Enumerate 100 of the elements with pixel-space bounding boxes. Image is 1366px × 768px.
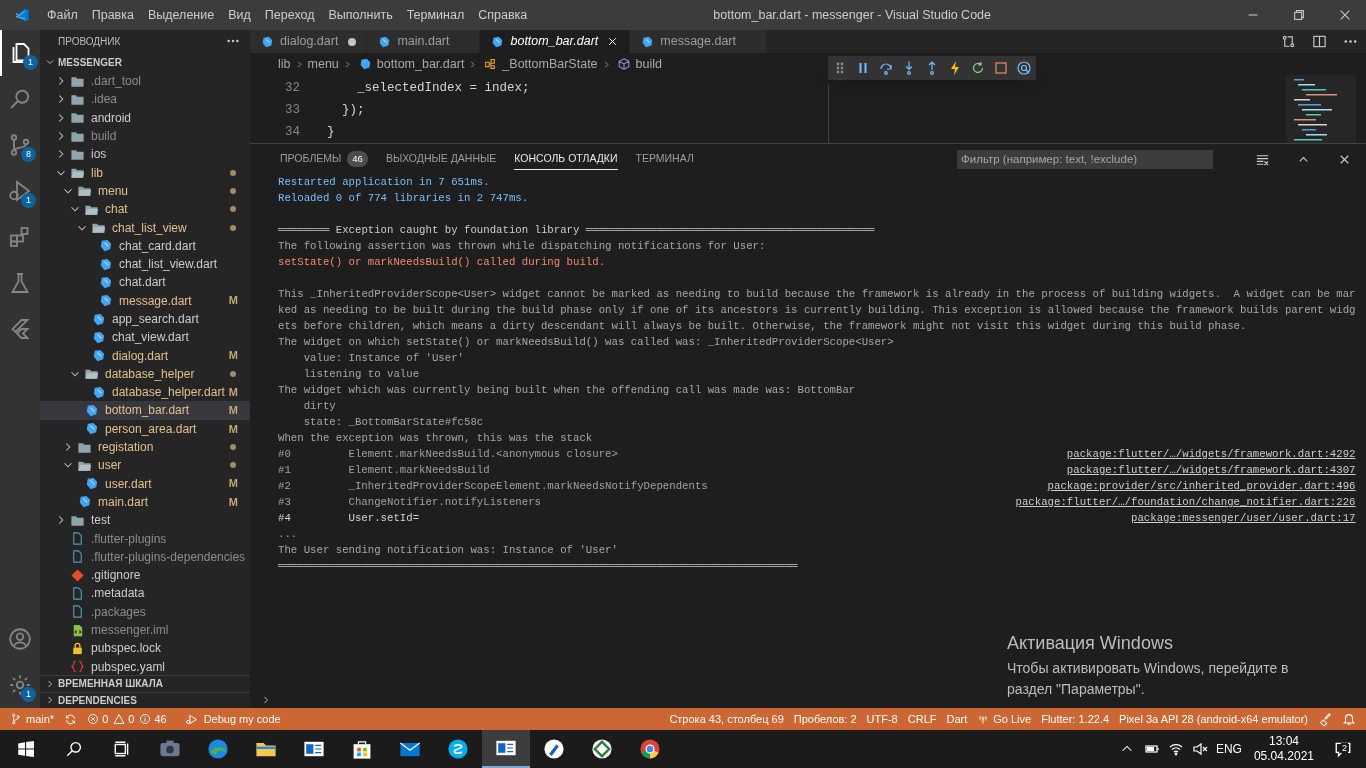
tree-item[interactable]: .idea bbox=[40, 90, 250, 109]
breadcrumb[interactable]: _BottomBarState bbox=[502, 54, 598, 74]
go-live-status[interactable]: Go Live bbox=[977, 710, 1032, 728]
tree-item[interactable]: .flutter-plugins-dependencies bbox=[40, 547, 250, 566]
tree-item[interactable]: chat_card.dart bbox=[40, 236, 250, 255]
source-link[interactable]: package:flutter/…/widgets/framework.dart:4292 bbox=[1066, 446, 1356, 462]
breadcrumb[interactable]: menu bbox=[307, 54, 339, 74]
tree-item[interactable]: chat_view.dart bbox=[40, 328, 250, 347]
tree-item[interactable]: user bbox=[40, 456, 250, 475]
volume-muted-icon[interactable] bbox=[1191, 741, 1208, 757]
panel-tab[interactable]: ВЫХОДНЫЕ ДАННЫЕ bbox=[385, 148, 497, 170]
tree-item[interactable]: ios bbox=[40, 145, 250, 164]
menu-item[interactable]: Переход bbox=[257, 5, 322, 25]
round-app-icon[interactable] bbox=[638, 737, 662, 761]
tree-item[interactable]: .metadata bbox=[40, 584, 250, 603]
breadcrumb[interactable]: bottom_bar.dart bbox=[376, 54, 465, 74]
panel-tab[interactable]: ТЕРМИНАЛ bbox=[635, 148, 694, 170]
tree-item[interactable]: .flutter-plugins bbox=[40, 529, 250, 548]
pen-icon[interactable] bbox=[542, 737, 566, 761]
restore-icon[interactable] bbox=[1292, 8, 1306, 22]
filter-field[interactable]: Фильтр (например: text, !exclude) bbox=[957, 149, 1213, 169]
tree-item[interactable]: build bbox=[40, 126, 250, 146]
tree-item[interactable]: chat.dart bbox=[40, 273, 250, 292]
tree-item[interactable]: chat_list_view.dart bbox=[40, 254, 250, 274]
tree-item[interactable]: .gitignore bbox=[40, 566, 250, 585]
tree-item[interactable]: pubspec.lock bbox=[40, 639, 250, 658]
menu-item[interactable]: Правка bbox=[84, 5, 141, 25]
account-icon[interactable] bbox=[8, 627, 32, 651]
tree-item[interactable]: pubspec.yaml bbox=[40, 657, 250, 675]
notifications-icon[interactable] bbox=[1334, 740, 1352, 758]
panel-tab[interactable]: ПРОБЛЕМЫ 46 bbox=[280, 148, 368, 170]
section-header[interactable]: DEPENDENCIES bbox=[58, 692, 137, 708]
section-header[interactable]: ВРЕМЕННАЯ ШКАЛА bbox=[58, 676, 163, 692]
diamond-icon[interactable] bbox=[590, 737, 614, 761]
wifi-icon[interactable] bbox=[1167, 741, 1184, 757]
editor-tab[interactable]: bottom_bar.dart bbox=[480, 30, 631, 53]
tree-item[interactable]: android bbox=[40, 108, 250, 127]
tree-item[interactable]: registation bbox=[40, 437, 250, 457]
tree-item[interactable]: chat bbox=[40, 200, 250, 219]
tree-item[interactable]: .dart_tool bbox=[40, 72, 250, 91]
sync-icon[interactable] bbox=[64, 712, 78, 726]
menu-item[interactable]: Вид bbox=[221, 5, 258, 25]
status-item[interactable]: Flutter: 1.22.4 bbox=[1041, 710, 1110, 728]
tree-item[interactable]: user.dart M bbox=[40, 474, 250, 493]
source-link[interactable]: package:provider/src/inherited_provider.dart:496 bbox=[1047, 478, 1356, 494]
editor-tab[interactable]: dialog.dart bbox=[250, 30, 368, 53]
devtools-icon[interactable] bbox=[1016, 60, 1032, 76]
editor-tab[interactable]: message.dart bbox=[630, 30, 767, 53]
tree-item[interactable]: database_helper.dart M bbox=[40, 383, 250, 402]
step-over-icon[interactable] bbox=[878, 60, 894, 76]
search-icon[interactable] bbox=[65, 740, 83, 758]
browser-icon[interactable] bbox=[206, 737, 230, 761]
status-item[interactable]: UTF-8 bbox=[866, 710, 898, 728]
tree-item[interactable]: main.dart M bbox=[40, 492, 250, 512]
minimap-drawing[interactable] bbox=[1286, 75, 1356, 143]
status-item[interactable]: Dart bbox=[946, 710, 968, 728]
tree-item[interactable]: test bbox=[40, 511, 250, 530]
start-icon[interactable] bbox=[16, 740, 34, 758]
compare-icon[interactable] bbox=[1281, 34, 1296, 49]
menu-item[interactable]: Справка bbox=[471, 5, 535, 25]
menu-item[interactable]: Выполнить bbox=[321, 5, 400, 25]
debug-status[interactable]: Debug my code bbox=[184, 710, 281, 728]
source-link[interactable]: package:flutter/…/foundation/change_notifier.dart:226 bbox=[1015, 494, 1356, 510]
branch-status[interactable]: main* bbox=[10, 710, 55, 728]
tree-item[interactable]: message.dart M bbox=[40, 291, 250, 310]
tree-item[interactable]: database_helper bbox=[40, 364, 250, 384]
tree-item[interactable]: chat_list_view bbox=[40, 218, 250, 237]
editor-tab[interactable]: main.dart bbox=[367, 30, 481, 53]
panel-tab[interactable]: КОНСОЛЬ ОТЛАДКИ bbox=[514, 148, 618, 170]
tree-item[interactable]: messenger.iml bbox=[40, 620, 250, 640]
flask-icon[interactable] bbox=[8, 271, 32, 295]
bell-icon[interactable] bbox=[1342, 712, 1356, 726]
settings-icon[interactable] bbox=[8, 673, 32, 697]
status-item[interactable]: Строка 43, столбец 69 bbox=[669, 710, 784, 728]
tree-item[interactable]: .packages bbox=[40, 602, 250, 621]
close-icon[interactable] bbox=[1338, 8, 1352, 22]
breadcrumb[interactable]: lib bbox=[278, 54, 291, 74]
language-indicator[interactable]: ENG bbox=[1215, 740, 1242, 758]
menu-item[interactable]: Файл bbox=[40, 5, 85, 25]
restart-icon[interactable] bbox=[970, 60, 986, 76]
task-view-icon[interactable] bbox=[113, 740, 131, 758]
clock-time[interactable]: 13:04 bbox=[1268, 734, 1299, 749]
clock-date[interactable]: 05.04.2021 bbox=[1253, 749, 1314, 764]
tree-item[interactable]: person_area.dart M bbox=[40, 419, 250, 438]
stop-icon[interactable] bbox=[993, 60, 1009, 76]
status-item[interactable]: Pixel 3a API 28 (android-x64 emulator) bbox=[1119, 710, 1308, 728]
problems-status[interactable]: 0 0 46 bbox=[87, 710, 167, 728]
tree-item[interactable]: app_search.dart bbox=[40, 309, 250, 329]
source-link[interactable]: package:messenger/user/user.dart:17 bbox=[1131, 510, 1356, 526]
status-item[interactable]: CRLF bbox=[907, 710, 937, 728]
tree-item[interactable]: menu bbox=[40, 181, 250, 201]
tree-item[interactable]: dialog.dart M bbox=[40, 346, 250, 365]
tree-item[interactable]: bottom_bar.dart M bbox=[40, 401, 250, 420]
run-debug-icon[interactable] bbox=[8, 179, 32, 203]
status-item[interactable]: Пробелов: 2 bbox=[793, 710, 857, 728]
source-link[interactable]: package:flutter/…/widgets/framework.dart:4307 bbox=[1066, 462, 1356, 478]
branch-icon[interactable] bbox=[8, 133, 32, 157]
tree-item[interactable]: lib bbox=[40, 163, 250, 182]
menu-item[interactable]: Терминал bbox=[399, 5, 472, 25]
menu-item[interactable]: Выделение bbox=[140, 5, 222, 25]
